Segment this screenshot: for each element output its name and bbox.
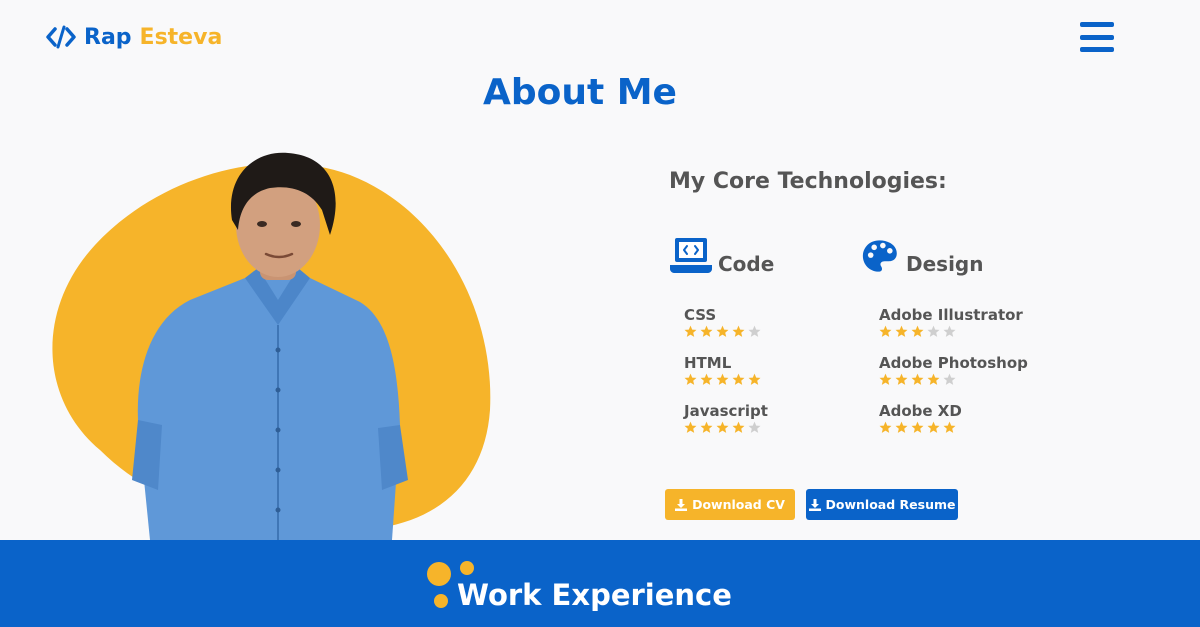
star-filled-icon [700,325,713,337]
star-rating [684,373,864,386]
skill-name: CSS [684,306,717,324]
download-resume-button[interactable]: Download Resume [806,489,958,520]
category-design: Design [862,236,983,276]
star-rating [879,373,1059,386]
star-filled-icon [732,421,745,433]
star-filled-icon [911,325,924,337]
category-code: Code [668,236,774,276]
download-cv-label: Download CV [692,497,785,512]
logo-first-name: Rap [84,24,132,50]
star-empty-icon [943,373,956,385]
skill-name: Adobe Illustrator [879,306,1023,324]
skill-adobe-illustrator: Adobe Illustrator [879,306,1059,338]
star-rating [879,325,1059,338]
star-filled-icon [700,421,713,433]
star-filled-icon [911,373,924,385]
star-filled-icon [895,421,908,433]
download-icon [675,498,688,511]
work-experience-title: Work Experience [457,578,732,612]
core-tech-heading: My Core Technologies: [669,169,947,194]
shirt-shape [137,278,400,540]
hamburger-line [1080,47,1114,52]
star-rating [879,421,1059,434]
star-filled-icon [879,373,892,385]
star-filled-icon [879,325,892,337]
hamburger-line [1080,22,1114,27]
star-filled-icon [911,421,924,433]
skill-name: Javascript [684,402,768,420]
star-filled-icon [895,325,908,337]
star-filled-icon [927,421,940,433]
menu-toggle-button[interactable] [1080,22,1114,52]
star-filled-icon [732,325,745,337]
logo-last-name: Esteva [139,24,223,50]
code-brackets-icon [46,25,76,49]
star-empty-icon [943,325,956,337]
star-filled-icon [748,373,761,385]
site-logo[interactable]: Rap Esteva [46,24,222,50]
star-filled-icon [895,373,908,385]
palette-icon [862,240,897,272]
star-empty-icon [748,421,761,433]
laptop-code-icon [670,238,712,273]
about-page: Rap Esteva About Me My Core Technologies… [0,0,1200,627]
star-filled-icon [700,373,713,385]
hamburger-line [1080,34,1114,40]
star-rating [684,325,864,338]
star-empty-icon [748,325,761,337]
star-filled-icon [716,325,729,337]
star-filled-icon [684,421,697,433]
star-filled-icon [684,325,697,337]
star-rating [684,421,864,434]
star-filled-icon [879,421,892,433]
profile-portrait [52,152,491,540]
category-design-label: Design [906,252,984,276]
skill-html: HTML [684,354,864,386]
skill-name: HTML [684,354,732,372]
star-empty-icon [927,325,940,337]
page-title: About Me [483,72,677,113]
star-filled-icon [684,373,697,385]
download-cv-button[interactable]: Download CV [665,489,795,520]
star-filled-icon [716,373,729,385]
download-resume-label: Download Resume [825,497,956,512]
skill-css: CSS [684,306,864,338]
skill-name: Adobe Photoshop [879,354,1028,372]
star-filled-icon [927,373,940,385]
skill-adobe-photoshop: Adobe Photoshop [879,354,1059,386]
category-code-label: Code [718,252,775,276]
skill-javascript: Javascript [684,402,864,434]
star-filled-icon [732,373,745,385]
skill-name: Adobe XD [879,402,962,420]
star-filled-icon [716,421,729,433]
download-icon [808,498,821,511]
skill-adobe-xd: Adobe XD [879,402,1059,434]
star-filled-icon [943,421,956,433]
